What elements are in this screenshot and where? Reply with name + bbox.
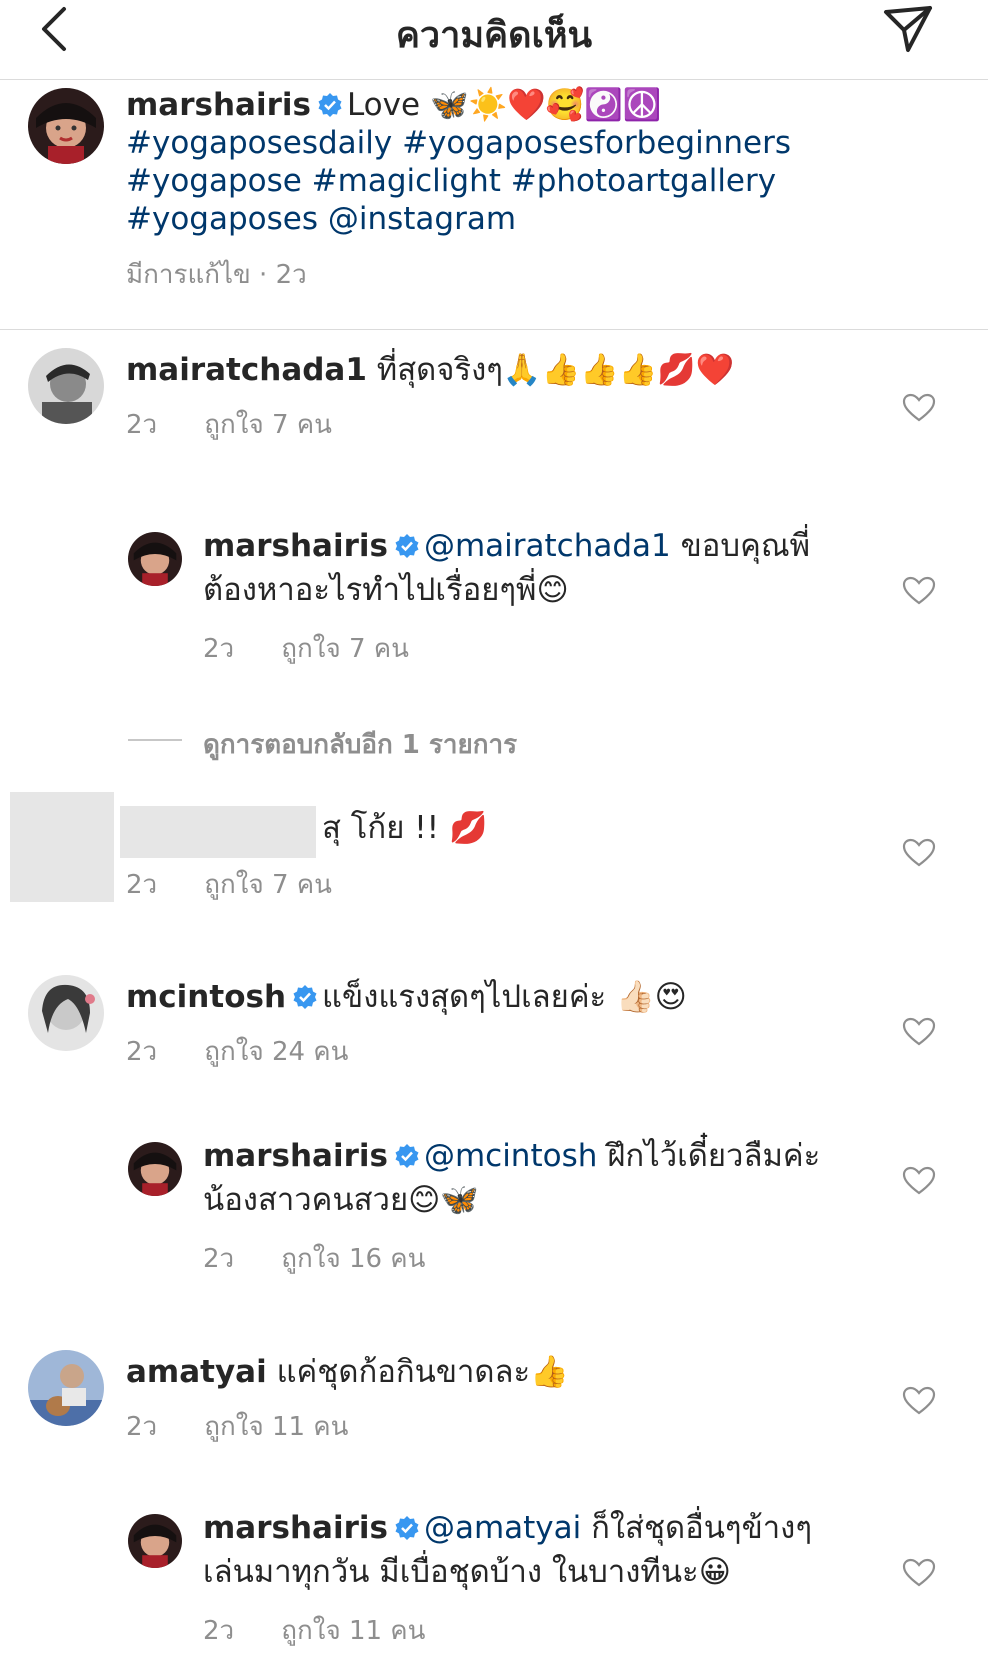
heart-icon[interactable]: [902, 1386, 936, 1416]
caption-emojis: 🦋☀️❤️🥰☯️☮️: [429, 87, 662, 123]
comment-item: amatyai แค่ชุดก้อกินขาดละ👍 2ว ถูกใจ 11 ค…: [0, 1350, 988, 1450]
mention-link[interactable]: @mcintosh: [424, 1138, 597, 1174]
view-replies-label: ดูการตอบกลับอีก 1 รายการ: [203, 730, 518, 760]
heart-icon[interactable]: [902, 393, 936, 423]
avatar[interactable]: [128, 532, 182, 586]
comment-text: สุ โก้ย !!: [322, 810, 440, 846]
blurred-avatar: [10, 792, 114, 902]
comment-username[interactable]: mairatchada1: [126, 352, 367, 388]
caption-username[interactable]: marshairis: [126, 87, 311, 123]
comment-time: 2ว: [126, 1037, 158, 1067]
comment-time: 2ว: [126, 870, 158, 900]
reply-item: marshairis @amatyai ก็ใส่ชุดอื่นๆข้างๆ เล…: [0, 1510, 988, 1654]
comment-time: 2ว: [126, 1412, 158, 1442]
comment-emojis: 💋: [448, 810, 488, 846]
verified-badge-icon: [317, 92, 343, 118]
comment-meta: 2ว ถูกใจ 7 คน: [126, 864, 332, 905]
comment-time: 2ว: [203, 1244, 235, 1274]
comment-meta: 2ว ถูกใจ 11 คน: [203, 1610, 425, 1651]
verified-badge-icon: [394, 1515, 420, 1541]
hashtag-line[interactable]: #yogapose #magiclight #photoartgallery: [126, 163, 776, 199]
comment-meta: 2ว ถูกใจ 16 คน: [203, 1238, 425, 1279]
comment-item: สุ โก้ย !! 💋 2ว ถูกใจ 7 คน: [0, 792, 988, 902]
like-count[interactable]: ถูกใจ 11 คน: [281, 1616, 425, 1646]
comment-emojis: 😊🦋: [408, 1182, 480, 1218]
comment-username[interactable]: amatyai: [126, 1354, 267, 1390]
post-caption: marshairis Love 🦋☀️❤️🥰☯️☮️ #yogaposesdail…: [0, 80, 988, 330]
heart-icon[interactable]: [902, 1166, 936, 1196]
comment-meta: 2ว ถูกใจ 7 คน: [203, 628, 409, 669]
comment-time: 2ว: [203, 634, 235, 664]
caption-text: marshairis Love 🦋☀️❤️🥰☯️☮️ #yogaposesdail…: [126, 86, 966, 238]
like-count[interactable]: ถูกใจ 16 คน: [281, 1244, 425, 1274]
comment-emojis: 👍: [530, 1354, 569, 1390]
reply-item: marshairis @mairatchada1 ขอบคุณพี่ ต้องหา…: [0, 528, 988, 672]
comment-meta: 2ว ถูกใจ 24 คน: [126, 1031, 348, 1072]
like-count[interactable]: ถูกใจ 7 คน: [204, 870, 332, 900]
avatar[interactable]: [128, 1514, 182, 1568]
paper-plane-icon[interactable]: [880, 2, 936, 56]
avatar[interactable]: [28, 1350, 104, 1426]
comment-text: แข็งแรงสุดๆไปเลยค่ะ: [322, 979, 607, 1015]
verified-badge-icon: [394, 1143, 420, 1169]
hashtag-line[interactable]: #yogaposes @instagram: [126, 201, 516, 237]
avatar[interactable]: [128, 1142, 182, 1196]
verified-badge-icon: [394, 533, 420, 559]
page-title: ความคิดเห็น: [395, 15, 593, 56]
comment-username[interactable]: marshairis: [203, 1510, 388, 1546]
like-count[interactable]: ถูกใจ 24 คน: [204, 1037, 348, 1067]
avatar[interactable]: [28, 88, 104, 164]
comment-username[interactable]: marshairis: [203, 1138, 388, 1174]
top-bar: ความคิดเห็น: [0, 0, 988, 80]
hashtag-line[interactable]: #yogaposesdaily #yogaposesforbeginners: [126, 125, 791, 161]
caption-message: Love: [346, 87, 421, 123]
avatar[interactable]: [28, 975, 104, 1051]
like-count[interactable]: ถูกใจ 7 คน: [204, 410, 332, 440]
verified-badge-icon: [292, 984, 318, 1010]
divider: [128, 739, 182, 741]
reply-item: marshairis @mcintosh ฝึกไว้เดี๋ยวลืมค่ะ น…: [0, 1138, 988, 1282]
mention-link[interactable]: @mairatchada1: [424, 528, 671, 564]
mention-link[interactable]: @amatyai: [424, 1510, 581, 1546]
comment-username[interactable]: mcintosh: [126, 979, 286, 1015]
comment-username[interactable]: marshairis: [203, 528, 388, 564]
heart-icon[interactable]: [902, 576, 936, 606]
like-count[interactable]: ถูกใจ 11 คน: [204, 1412, 348, 1442]
heart-icon[interactable]: [902, 838, 936, 868]
heart-icon[interactable]: [902, 1017, 936, 1047]
comment-time: 2ว: [203, 1616, 235, 1646]
like-count[interactable]: ถูกใจ 7 คน: [281, 634, 409, 664]
comment-emojis: 😊: [536, 572, 569, 608]
comment-emojis: 🙏👍👍👍💋❤️: [502, 352, 735, 388]
comment-item: mcintosh แข็งแรงสุดๆไปเลยค่ะ 👍🏻😍 2ว ถูกใจ…: [0, 975, 988, 1075]
comment-text: ที่สุดจริงๆ: [376, 352, 503, 388]
comment-emojis: 😀: [698, 1554, 732, 1590]
comment-meta: 2ว ถูกใจ 7 คน: [126, 404, 332, 445]
comment-item: mairatchada1 ที่สุดจริงๆ🙏👍👍👍💋❤️ 2ว ถูกใจ…: [0, 348, 988, 448]
heart-icon[interactable]: [902, 1558, 936, 1588]
comment-meta: 2ว ถูกใจ 11 คน: [126, 1406, 348, 1447]
comment-emojis: 👍🏻😍: [616, 979, 687, 1015]
blurred-username: [120, 806, 316, 858]
comment-time: 2ว: [126, 410, 158, 440]
comment-text: แค่ชุดก้อกินขาดละ: [276, 1354, 531, 1390]
avatar[interactable]: [28, 348, 104, 424]
caption-meta: มีการแก้ไข · 2ว: [126, 260, 307, 290]
